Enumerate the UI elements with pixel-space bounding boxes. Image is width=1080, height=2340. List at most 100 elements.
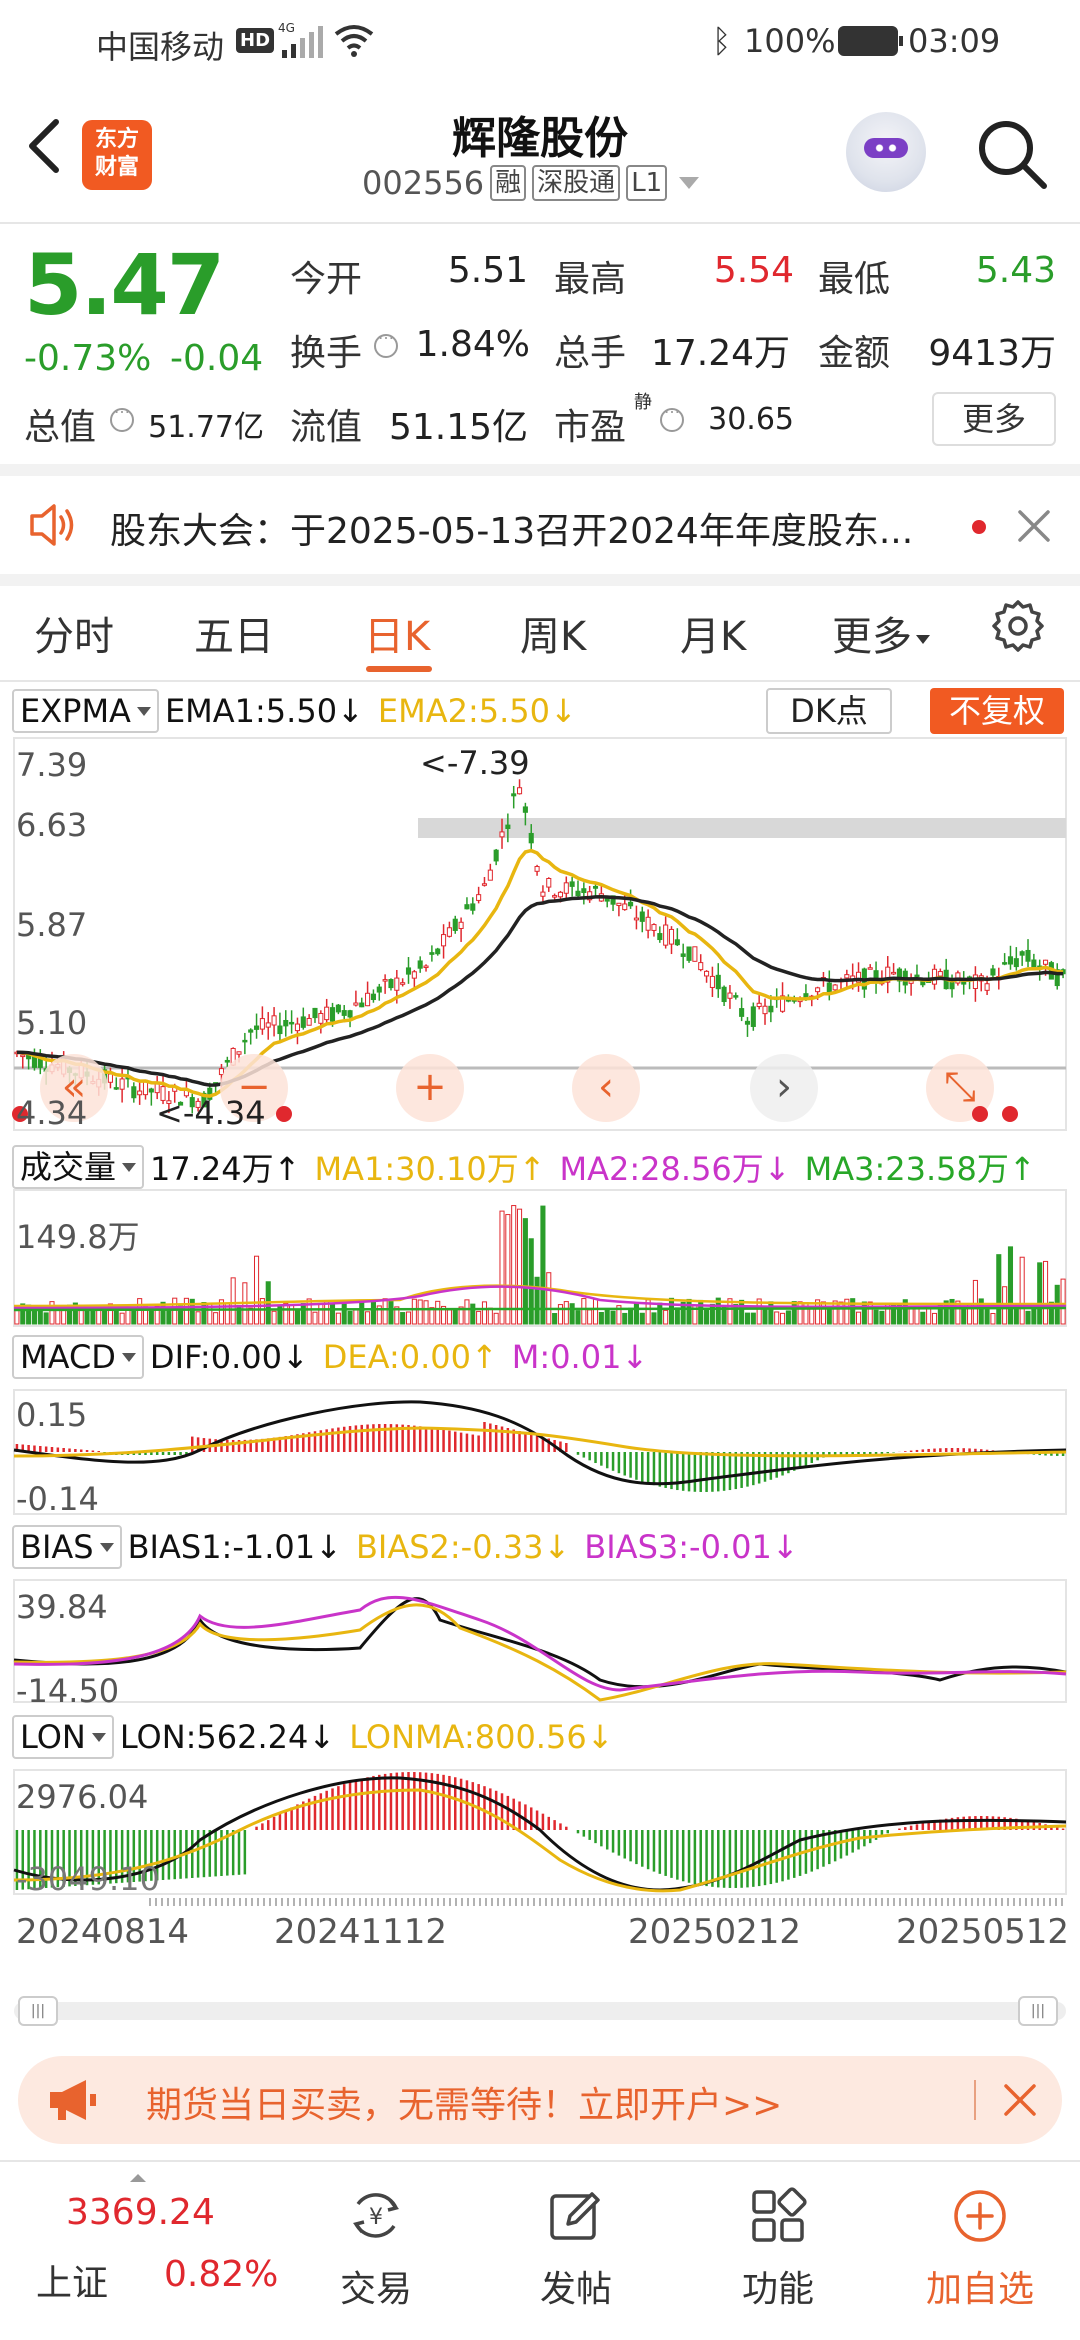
volume-ma3: MA3:23.58万↑ <box>804 1150 1036 1188</box>
lon-panel <box>13 1769 1067 1906</box>
candle-body <box>844 974 850 979</box>
volume-bar <box>914 1307 920 1325</box>
candle-body <box>1002 962 1008 965</box>
promo-banner[interactable]: 期货当日买卖，无需等待！立即开户>> <box>18 2056 1062 2144</box>
candle-body <box>242 1039 248 1043</box>
volume-bar <box>294 1310 301 1325</box>
candle-body <box>563 882 569 894</box>
chevron-down-icon <box>99 1542 114 1552</box>
candle-body <box>131 1086 137 1099</box>
volume-bar <box>838 1301 844 1325</box>
candle-body <box>961 981 967 985</box>
stock-chart[interactable]: «− + ‹ › ⤡ <box>0 0 1080 1960</box>
date-label: 20241112 <box>274 1912 448 1952</box>
candle-body <box>949 981 955 990</box>
volume-indicator-label: 成交量 <box>20 1148 117 1186</box>
candle-body <box>1019 951 1025 956</box>
dif-line <box>13 1400 1067 1486</box>
index-name: 上证 <box>36 2263 109 2304</box>
candle-body <box>984 983 990 991</box>
candle-body <box>312 1007 318 1019</box>
candle-body <box>715 974 721 990</box>
volume-bar <box>639 1312 645 1325</box>
lon-value: LON:562.24↓ <box>119 1718 336 1756</box>
chevron-down-icon <box>91 1732 106 1742</box>
volume-bar <box>575 1310 581 1325</box>
volume-bar <box>622 1312 628 1325</box>
candle-body <box>289 1021 295 1025</box>
volume-bar <box>1060 1278 1066 1325</box>
chart-range-scrollbar[interactable] <box>14 2002 1066 2020</box>
candle-body <box>744 1020 751 1025</box>
volume-bar <box>651 1312 657 1325</box>
lon-axis-min: -3049.10 <box>16 1860 160 1898</box>
volume-bar <box>552 1313 558 1325</box>
candle-body <box>148 1088 154 1093</box>
candle-body <box>709 975 715 988</box>
candle-body <box>370 993 376 1001</box>
scroll-handle-left[interactable]: ||| <box>18 1996 58 2026</box>
macd-indicator-select[interactable]: MACD <box>12 1335 144 1379</box>
close-icon[interactable] <box>1002 2082 1038 2118</box>
candle-body <box>592 885 599 889</box>
megaphone-icon <box>50 2080 96 2120</box>
candle-body <box>522 806 528 813</box>
bias-indicator-row: BIAS BIAS1:-1.01↓ BIAS2:-0.33↓ BIAS3:-0.… <box>12 1524 813 1570</box>
candle-body <box>552 895 558 898</box>
nav-trade[interactable]: ¥ 交易 <box>296 2162 456 2340</box>
volume-bar <box>820 1301 827 1325</box>
candle-body <box>616 902 622 906</box>
index-percent: 0.82% <box>164 2254 279 2295</box>
volume-bar <box>511 1205 517 1325</box>
nav-functions[interactable]: 功能 <box>698 2162 858 2340</box>
volume-bar <box>213 1312 219 1325</box>
bias-axis-min: -14.50 <box>16 1672 120 1710</box>
candle-body <box>20 1054 26 1058</box>
candle-body <box>733 995 739 998</box>
volume-bar <box>604 1309 610 1325</box>
volume-bar <box>341 1303 347 1325</box>
bias-indicator-select[interactable]: BIAS <box>12 1525 122 1569</box>
volume-bar <box>563 1301 569 1325</box>
candle-body <box>382 979 388 982</box>
volume-bar <box>481 1301 488 1325</box>
candle-body <box>236 1051 242 1055</box>
nav-add-watchlist[interactable]: 加自选 <box>900 2162 1060 2340</box>
volume-bar <box>540 1205 546 1325</box>
volume-bar <box>499 1210 505 1325</box>
index-ticker[interactable]: 3369.24 上证 0.82% <box>0 2162 290 2340</box>
scroll-handle-right[interactable]: ||| <box>1018 1996 1058 2026</box>
nav-add-watchlist-label: 加自选 <box>925 2269 1034 2310</box>
volume-bar <box>113 1310 119 1325</box>
volume-bar <box>119 1312 125 1325</box>
candle-body <box>499 831 505 838</box>
volume-bar <box>312 1311 318 1325</box>
volume-bar <box>1025 1310 1031 1325</box>
nav-post[interactable]: 发帖 <box>496 2162 656 2340</box>
volume-bar <box>300 1303 306 1325</box>
candle-body <box>452 918 458 931</box>
volume-bar <box>633 1302 639 1325</box>
candle-body <box>622 903 628 911</box>
volume-bar <box>557 1304 564 1325</box>
candle-body <box>476 894 482 901</box>
lon-indicator-select[interactable]: LON <box>12 1715 114 1759</box>
candle-body <box>692 946 698 962</box>
macd-indicator-label: MACD <box>20 1338 116 1376</box>
volume-bar <box>990 1312 996 1325</box>
candle-body <box>248 1029 254 1033</box>
promo-text[interactable]: 期货当日买卖，无需等待！立即开户>> <box>146 2076 782 2128</box>
candle-body <box>1013 958 1019 968</box>
lonma-line <box>13 1788 1067 1893</box>
chevron-down-icon <box>122 1162 137 1172</box>
volume-bar <box>668 1297 675 1325</box>
candle-body <box>727 992 733 999</box>
candle-body <box>417 960 423 969</box>
candle-body <box>639 911 645 922</box>
volume-bar <box>610 1310 616 1325</box>
candle-body <box>575 890 581 897</box>
price-axis-3: 5.87 <box>16 906 88 944</box>
lonma-value: LONMA:800.56↓ <box>349 1718 614 1756</box>
volume-bar <box>347 1310 353 1325</box>
volume-indicator-select[interactable]: 成交量 <box>12 1145 145 1189</box>
